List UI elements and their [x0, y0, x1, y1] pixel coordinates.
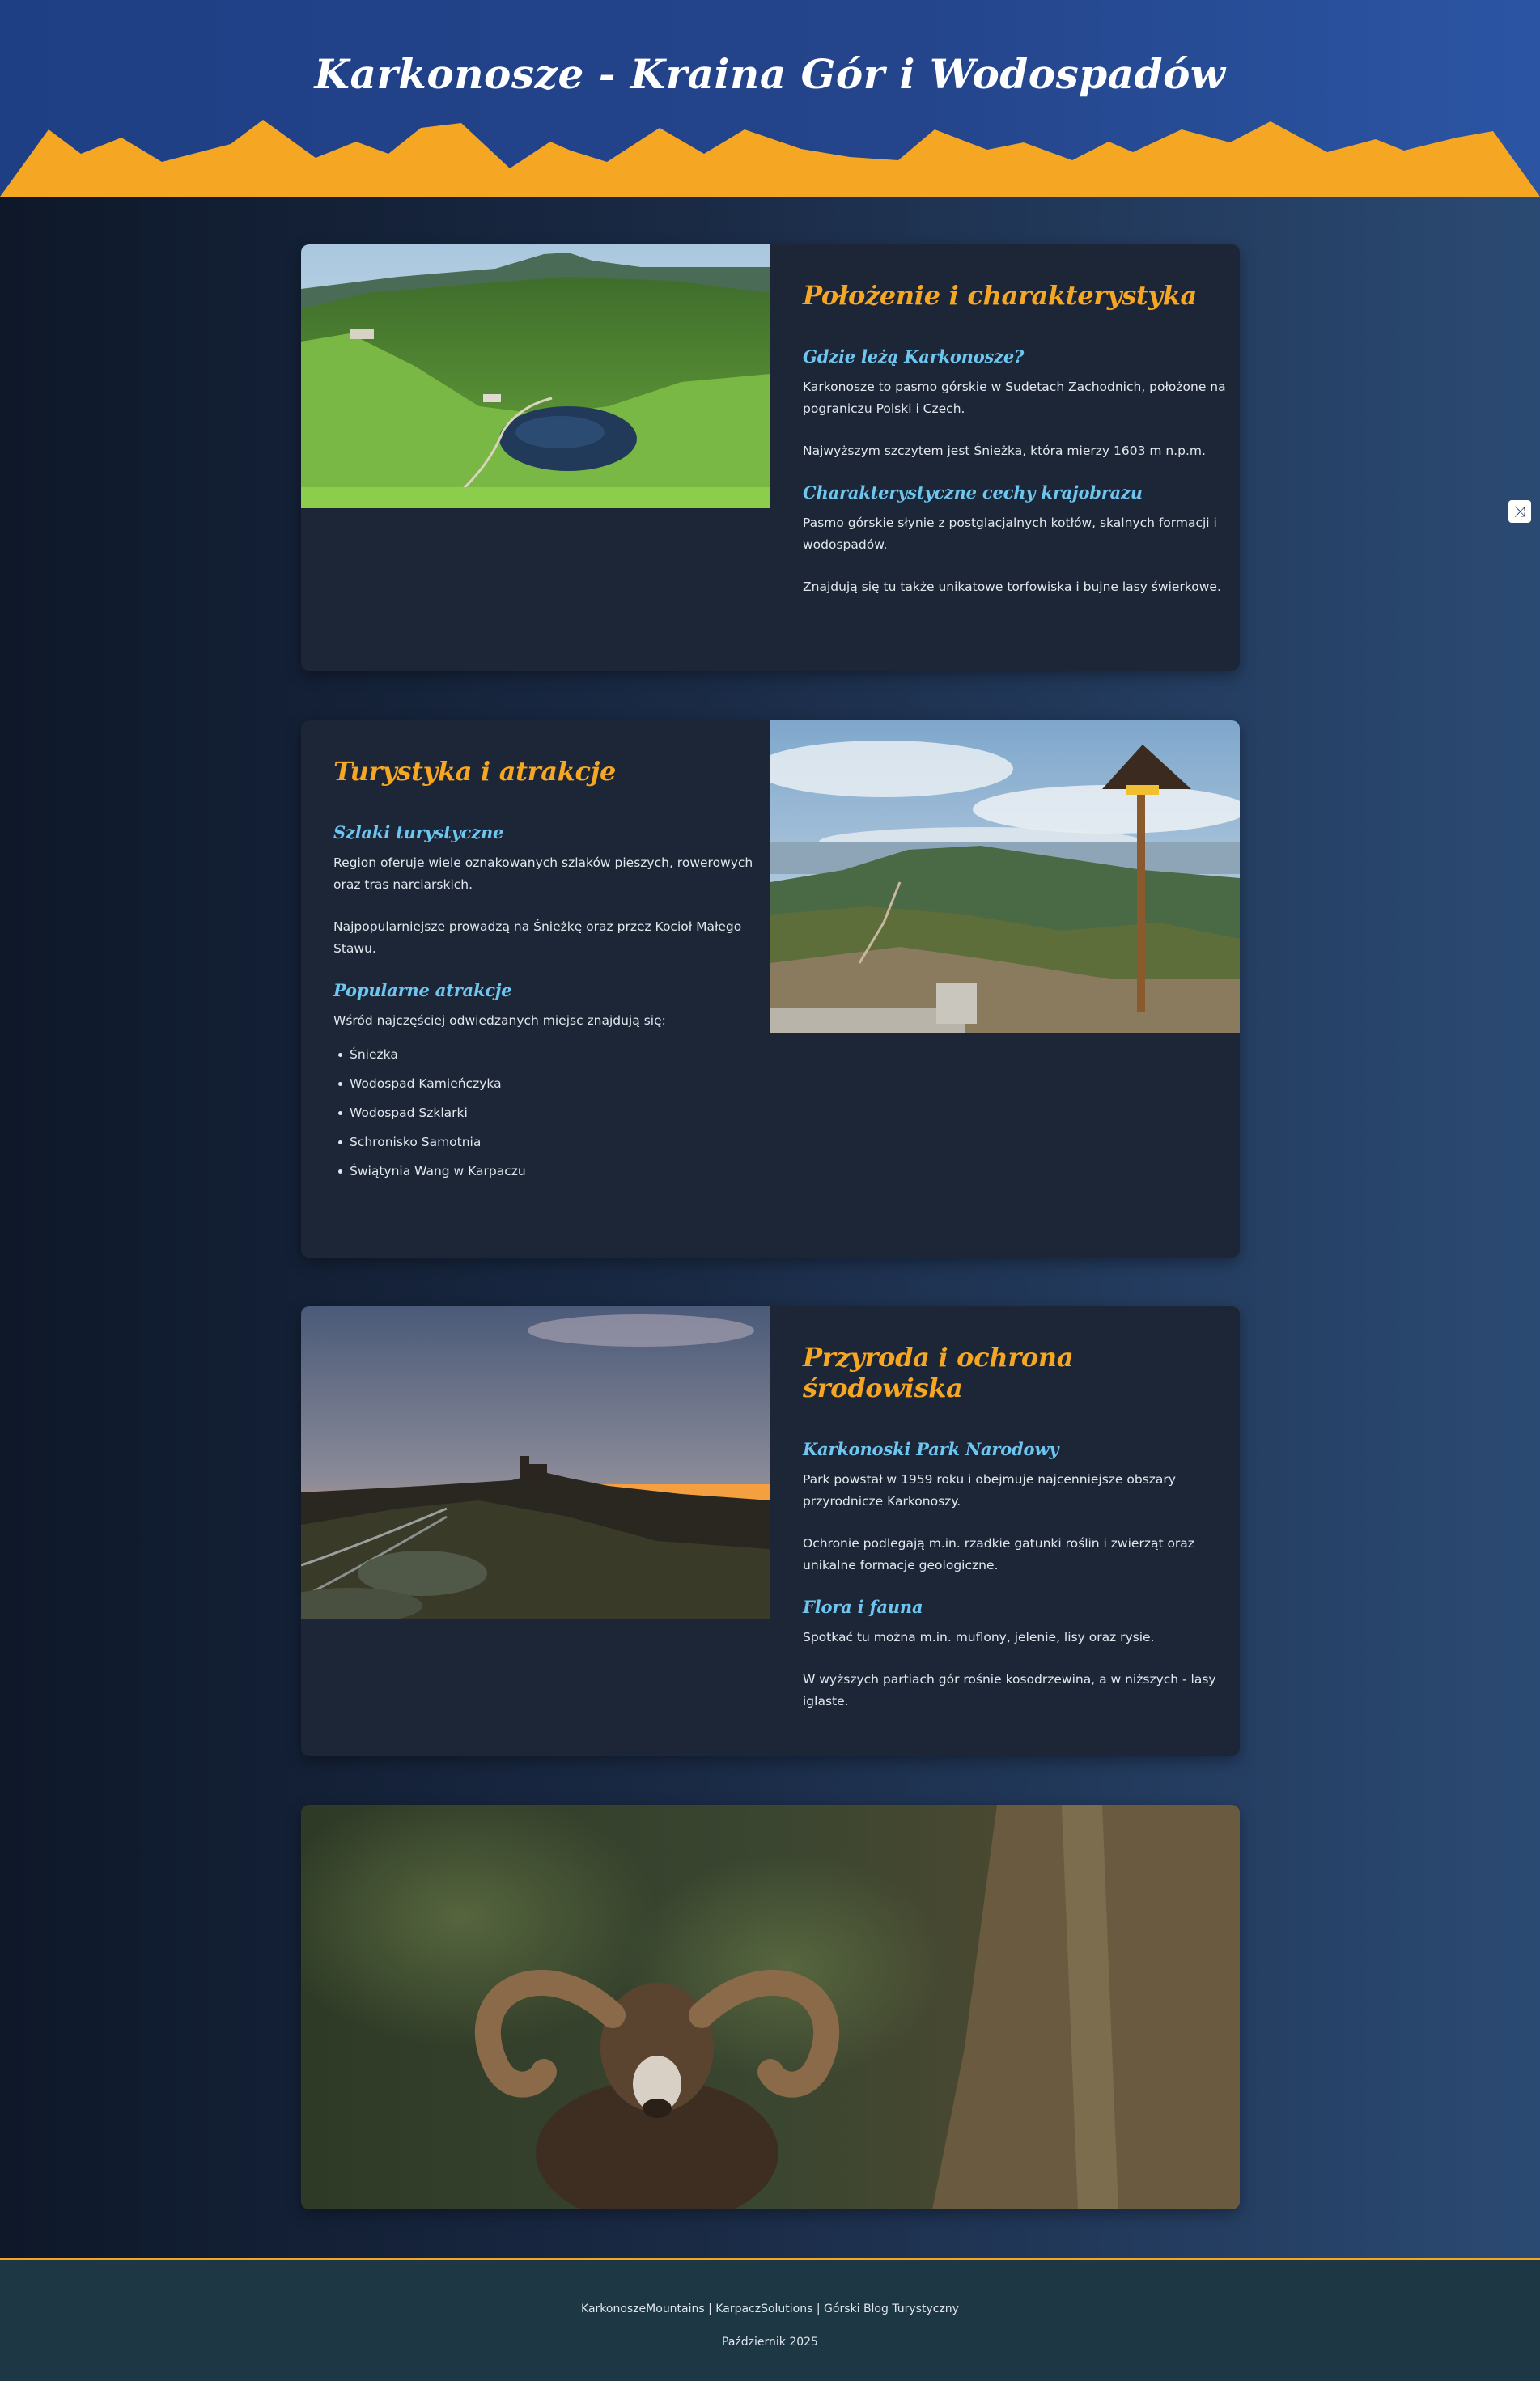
nature-text: Przyroda i ochrona środowiska Karkonoski…	[803, 1342, 1240, 1733]
mouflon-photo	[301, 1805, 1240, 2209]
subsection-heading: Charakterystyczne cechy krajobrazu	[803, 482, 1143, 503]
subsection-heading: Flora i fauna	[803, 1597, 923, 1617]
list-item: Schronisko Samotnia	[333, 1134, 770, 1150]
subsection-heading: Gdzie leżą Karkonosze?	[803, 346, 1025, 367]
sunset-ridge-photo	[301, 1306, 770, 1619]
location-text: Położenie i charakterystyka Gdzie leżą K…	[803, 280, 1240, 618]
paragraph: Najwyższym szczytem jest Śnieżka, która …	[803, 444, 1206, 458]
section-title: Położenie i charakterystyka	[803, 280, 1197, 311]
paragraph: W wyższych partiach gór rośnie kosodrzew…	[803, 1672, 1216, 1708]
paragraph: Znajdują się tu także unikatowe torfowis…	[803, 579, 1221, 594]
tourism-text: Turystyka i atrakcje Szlaki turystyczne …	[333, 756, 770, 1192]
section-title: Przyroda i ochrona środowiska	[803, 1342, 1074, 1403]
footer-credits: KarkonoszeMountains | KarpaczSolutions |…	[581, 2302, 959, 2315]
paragraph: Pasmo górskie słynie z postglacjalnych k…	[803, 516, 1217, 552]
paragraph: Wśród najczęściej odwiedzanych miejsc zn…	[333, 1013, 666, 1028]
shuffle-icon[interactable]: ⤨	[1508, 500, 1531, 523]
section-wide-image	[301, 1805, 1240, 2209]
page-footer: KarkonoszeMountains | KarpaczSolutions |…	[0, 2258, 1540, 2381]
paragraph: Park powstał w 1959 roku i obejmuje najc…	[803, 1472, 1176, 1509]
footer-date: Październik 2025	[722, 2336, 818, 2349]
section-title: Turystyka i atrakcje	[333, 756, 617, 787]
mountain-silhouette	[0, 120, 1540, 197]
paragraph: Spotkać tu można m.in. muflony, jelenie,…	[803, 1630, 1155, 1645]
section-location: Położenie i charakterystyka Gdzie leżą K…	[301, 244, 1240, 671]
mountain-lake-photo	[301, 244, 770, 508]
trail-signpost-photo	[770, 720, 1240, 1033]
list-item: Śnieżka	[333, 1046, 770, 1063]
subsection-heading: Popularne atrakcje	[333, 980, 512, 1000]
paragraph: Ochronie podlegają m.in. rzadkie gatunki…	[803, 1536, 1194, 1572]
paragraph: Najpopularniejsze prowadzą na Śnieżkę or…	[333, 919, 742, 956]
page-title: Karkonosze - Kraina Gór i Wodospadów	[314, 50, 1226, 98]
list-item: Świątynia Wang w Karpaczu	[333, 1163, 770, 1179]
section-tourism: Turystyka i atrakcje Szlaki turystyczne …	[301, 720, 1240, 1258]
list-item: Wodospad Szklarki	[333, 1105, 770, 1121]
subsection-heading: Szlaki turystyczne	[333, 822, 504, 842]
page-header: Karkonosze - Kraina Gór i Wodospadów	[0, 0, 1540, 197]
paragraph: Karkonosze to pasmo górskie w Sudetach Z…	[803, 380, 1226, 416]
list-item: Wodospad Kamieńczyka	[333, 1076, 770, 1092]
subsection-heading: Karkonoski Park Narodowy	[803, 1439, 1059, 1459]
paragraph: Region oferuje wiele oznakowanych szlakó…	[333, 855, 753, 892]
attractions-list: Śnieżka Wodospad Kamieńczyka Wodospad Sz…	[333, 1046, 770, 1179]
section-nature: Przyroda i ochrona środowiska Karkonoski…	[301, 1306, 1240, 1756]
